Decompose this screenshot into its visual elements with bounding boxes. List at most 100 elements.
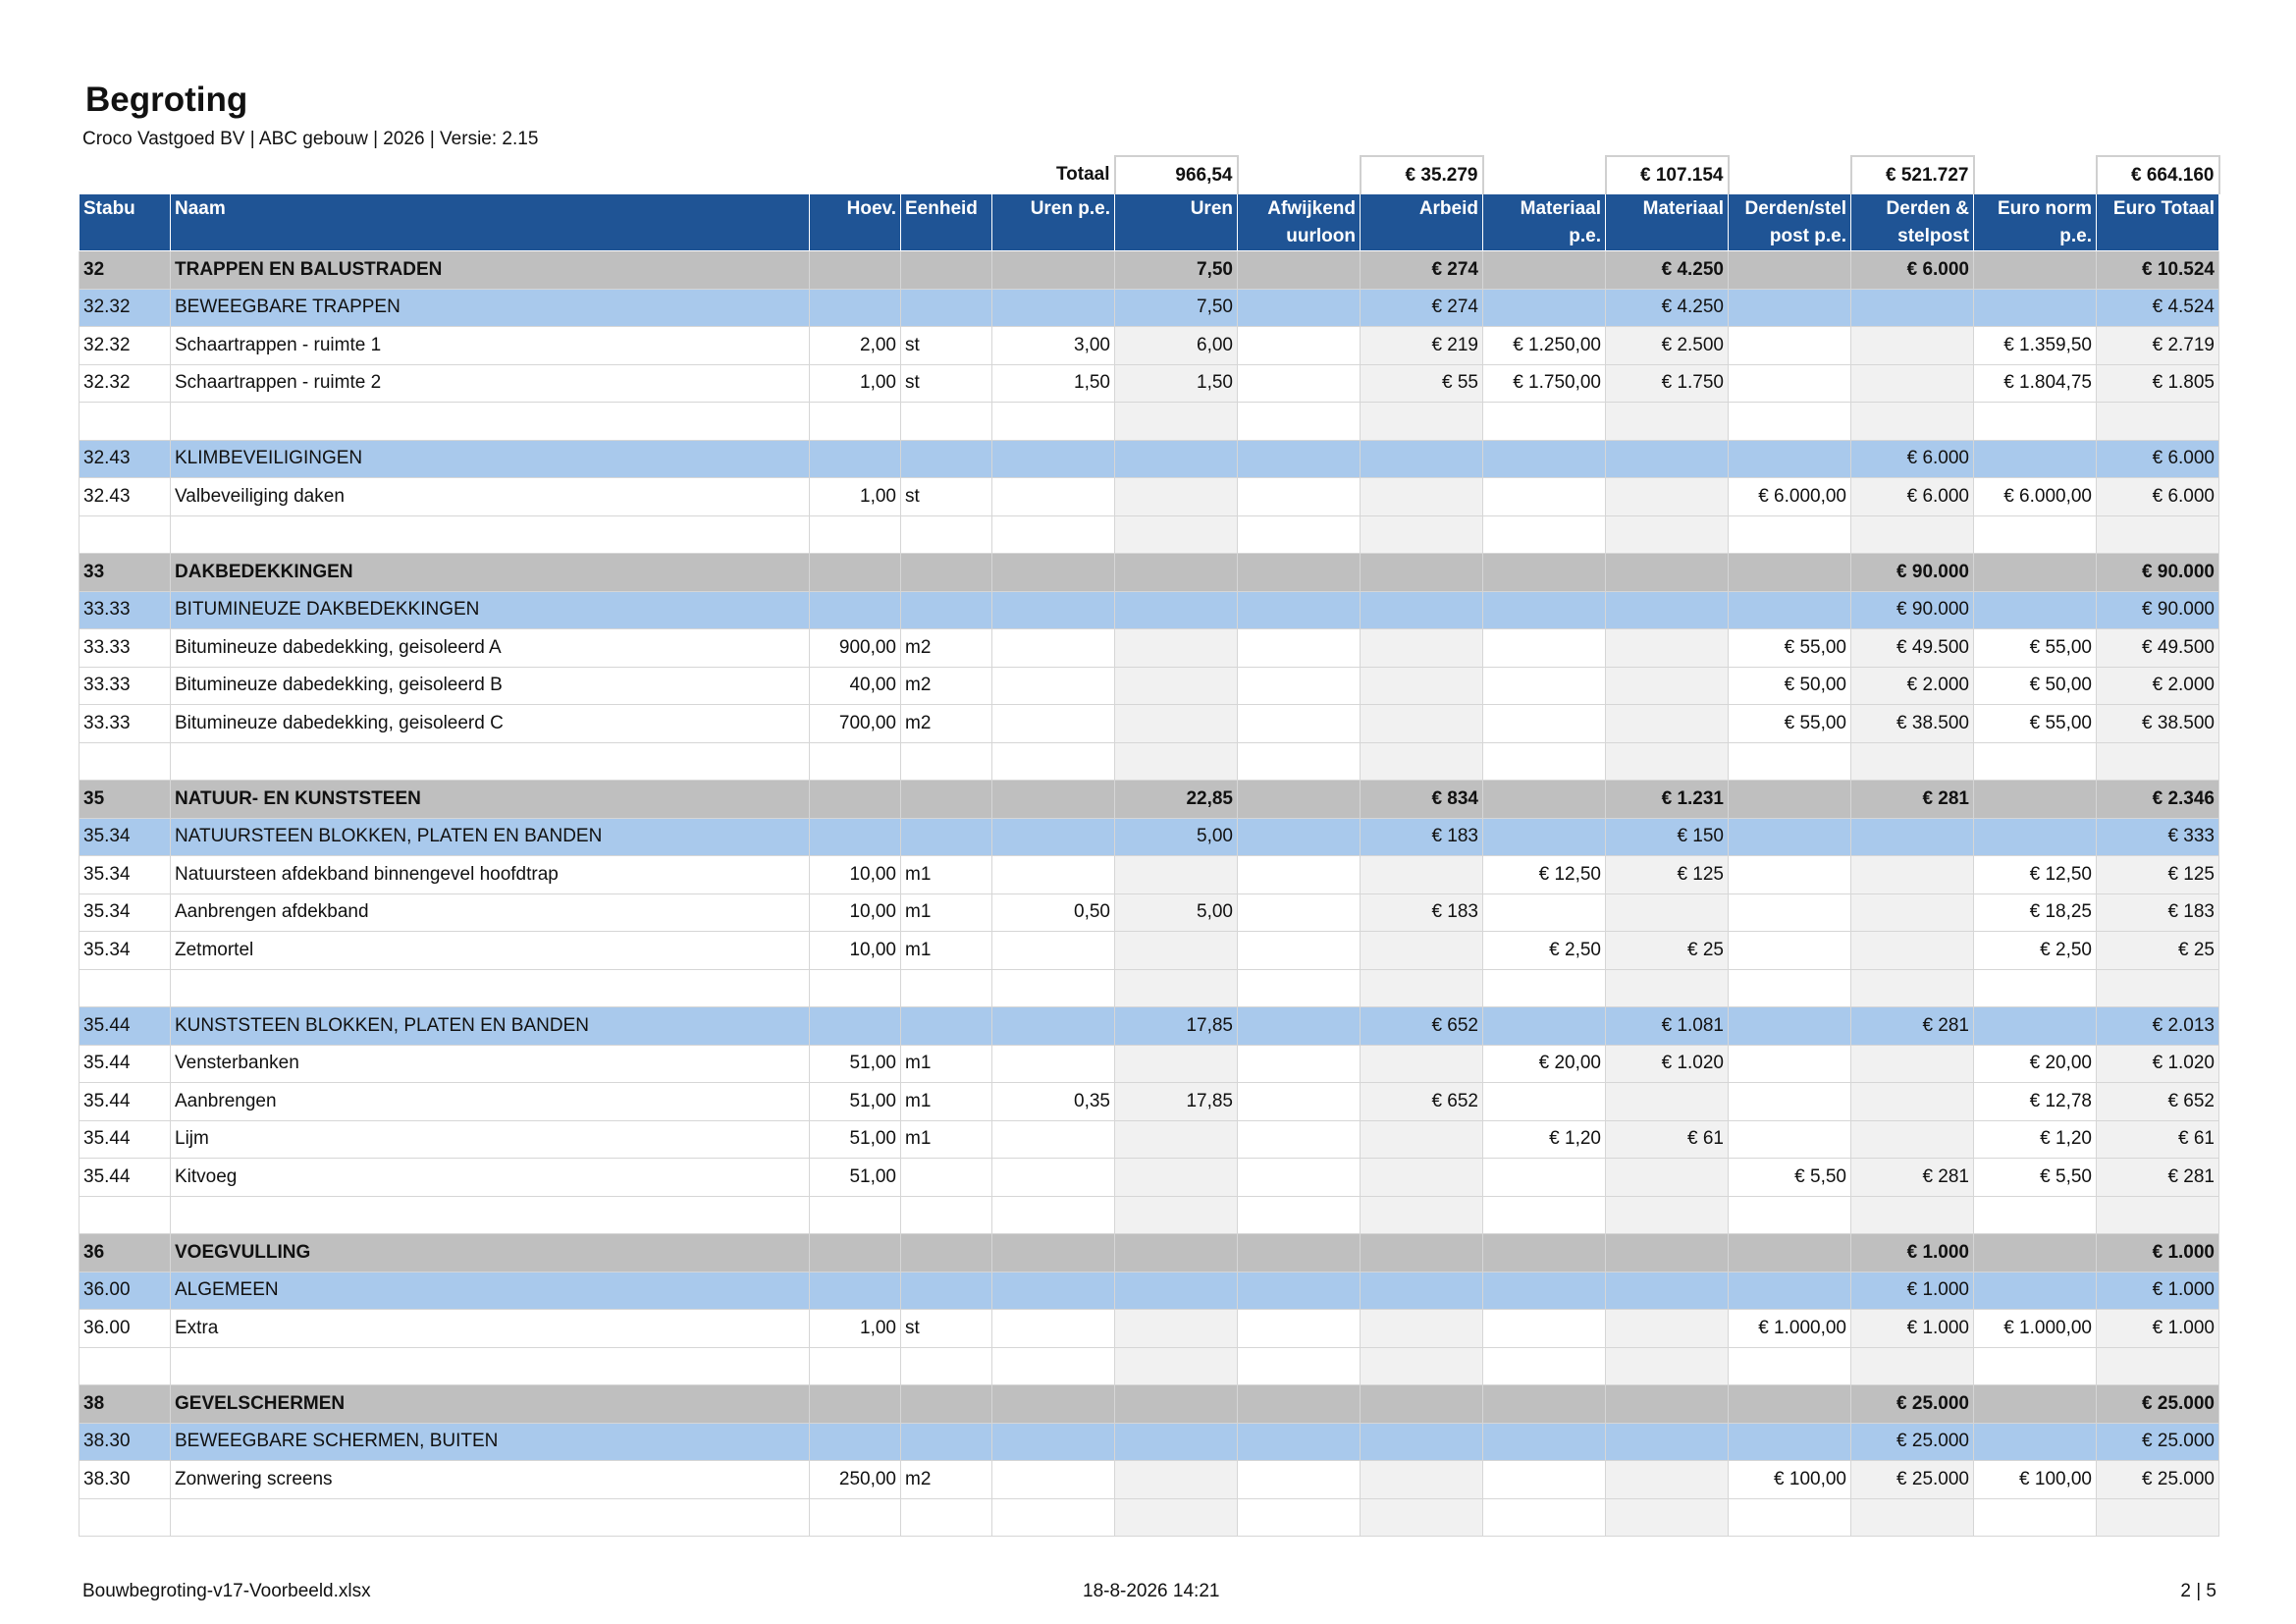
- cell-derden-pe: [1728, 1422, 1851, 1461]
- cell-arbeid: [1360, 1422, 1483, 1461]
- cell-stabu: 38: [79, 1384, 171, 1424]
- cell-derden: € 281: [1850, 780, 1974, 819]
- cell-eenheid: [900, 1158, 992, 1197]
- cell-mat-pe: € 1.750,00: [1482, 363, 1606, 403]
- cell-derden-pe: [1728, 893, 1851, 932]
- cell-hoev: 10,00: [809, 855, 901, 894]
- cell-norm: [1973, 1195, 2097, 1234]
- cell-derden-pe: [1728, 1082, 1851, 1121]
- cell-mat: € 1.750: [1605, 363, 1729, 403]
- cell-hoev: [809, 1422, 901, 1461]
- cell-totaal: € 333: [2096, 817, 2219, 856]
- cell-uren-pe: 0,35: [991, 1082, 1115, 1121]
- cell-naam: GEVELSCHERMEN: [170, 1384, 810, 1424]
- cell-derden: [1850, 741, 1974, 781]
- col-header-euro-totaal: Euro Totaal: [2096, 193, 2219, 251]
- cell-uren: [1114, 968, 1238, 1007]
- cell-afw: [1237, 780, 1361, 819]
- table-row: 32.32 Schaartrappen - ruimte 2 1,00 st 1,50 1…: [79, 363, 2219, 403]
- cell-uren-pe: [991, 1422, 1115, 1461]
- cell-uren-pe: [991, 1497, 1115, 1537]
- cell-uren-pe: 0,50: [991, 893, 1115, 932]
- cell-derden: [1850, 1119, 1974, 1159]
- cell-mat: [1605, 741, 1729, 781]
- cell-derden: € 90.000: [1850, 590, 1974, 629]
- table-row: 35.44 Kitvoeg 51,00 € 5,50 € 281 € 5,50 € 281: [79, 1158, 2219, 1197]
- cell-arbeid: [1360, 931, 1483, 970]
- cell-afw: [1237, 553, 1361, 592]
- cell-derden: € 281: [1850, 1158, 1974, 1197]
- cell-norm: € 55,00: [1973, 704, 2097, 743]
- cell-totaal: € 2.719: [2096, 326, 2219, 365]
- cell-eenheid: [900, 439, 992, 478]
- subcategory-row: 32.43 KLIMBEVEILIGINGEN € 6.000 € 6.000: [79, 439, 2219, 478]
- col-header-euro-norm-line2: p.e.: [2059, 226, 2092, 246]
- cell-uren-pe: [991, 1346, 1115, 1385]
- cell-uren-pe: [991, 817, 1115, 856]
- col-header-derden-pe-line2: post p.e.: [1769, 226, 1846, 246]
- cell-stabu: 32.43: [79, 477, 171, 516]
- cell-naam: DAKBEDEKKINGEN: [170, 553, 810, 592]
- cell-afw: [1237, 363, 1361, 403]
- cell-stabu: 32.32: [79, 326, 171, 365]
- cell-hoev: 1,00: [809, 1309, 901, 1348]
- cell-hoev: 700,00: [809, 704, 901, 743]
- cell-uren-pe: [991, 931, 1115, 970]
- cell-mat: [1605, 893, 1729, 932]
- cell-derden: [1850, 402, 1974, 441]
- cell-afw: [1237, 1384, 1361, 1424]
- cell-derden-pe: [1728, 1346, 1851, 1385]
- cell-norm: € 5,50: [1973, 1158, 2097, 1197]
- cell-mat-pe: [1482, 628, 1606, 668]
- cell-uren-pe: [991, 968, 1115, 1007]
- cell-afw: [1237, 1195, 1361, 1234]
- cell-naam: Schaartrappen - ruimte 1: [170, 326, 810, 365]
- cell-derden: [1850, 817, 1974, 856]
- col-header-hoev: Hoev.: [809, 193, 901, 251]
- cell-norm: [1973, 780, 2097, 819]
- cell-stabu: 36.00: [79, 1309, 171, 1348]
- cell-stabu: 36.00: [79, 1271, 171, 1310]
- cell-uren-pe: [991, 780, 1115, 819]
- table-row: 38.30 Zonwering screens 250,00 m2 € 100,00 € …: [79, 1460, 2219, 1499]
- cell-naam: TRAPPEN EN BALUSTRADEN: [170, 250, 810, 290]
- cell-eenheid: m2: [900, 704, 992, 743]
- cell-mat-pe: [1482, 1082, 1606, 1121]
- total-materiaal: € 107.154: [1604, 155, 1730, 194]
- cell-afw: [1237, 1309, 1361, 1348]
- cell-arbeid: € 652: [1360, 1006, 1483, 1046]
- cell-uren: [1114, 1158, 1238, 1197]
- cell-stabu: [79, 1195, 171, 1234]
- cell-afw: [1237, 477, 1361, 516]
- cell-arbeid: [1360, 1346, 1483, 1385]
- subcategory-row: 38.30 BEWEEGBARE SCHERMEN, BUITEN € 25.000…: [79, 1422, 2219, 1461]
- col-header-materiaal-pe-line1: Materiaal: [1520, 198, 1601, 219]
- cell-uren: [1114, 477, 1238, 516]
- col-header-euro-norm-line1: Euro norm: [1997, 198, 2092, 219]
- cell-mat: [1605, 704, 1729, 743]
- cell-derden: € 1.000: [1850, 1233, 1974, 1272]
- cell-totaal: € 10.524: [2096, 250, 2219, 290]
- cell-uren-pe: [991, 1195, 1115, 1234]
- cell-stabu: 35: [79, 780, 171, 819]
- cell-arbeid: € 652: [1360, 1082, 1483, 1121]
- cell-uren: [1114, 855, 1238, 894]
- cell-norm: € 100,00: [1973, 1460, 2097, 1499]
- cell-derden-pe: € 55,00: [1728, 628, 1851, 668]
- cell-totaal: € 2.000: [2096, 666, 2219, 705]
- cell-stabu: [79, 402, 171, 441]
- cell-totaal: [2096, 968, 2219, 1007]
- cell-derden-pe: [1728, 780, 1851, 819]
- cell-norm: [1973, 288, 2097, 327]
- cell-mat: [1605, 402, 1729, 441]
- col-header-uren-pe: Uren p.e.: [991, 193, 1115, 251]
- cell-eenheid: st: [900, 326, 992, 365]
- cell-stabu: 35.44: [79, 1119, 171, 1159]
- cell-totaal: [2096, 1346, 2219, 1385]
- cell-eenheid: [900, 1384, 992, 1424]
- table-row: 33.33 Bitumineuze dabedekking, geisoleerd…: [79, 666, 2219, 705]
- table-row: 35.44 Vensterbanken 51,00 m1 € 20,00 € 1.020 €…: [79, 1044, 2219, 1083]
- cell-uren: [1114, 439, 1238, 478]
- cell-norm: € 20,00: [1973, 1044, 2097, 1083]
- cell-hoev: [809, 288, 901, 327]
